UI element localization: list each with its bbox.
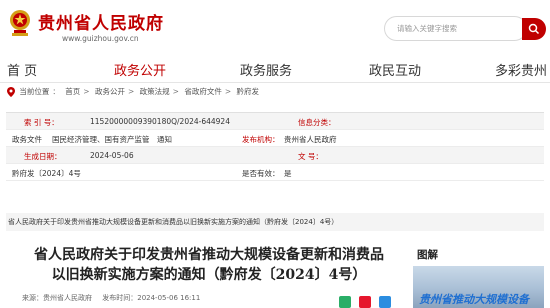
weibo-share-icon[interactable] — [359, 295, 372, 308]
breadcrumb-home[interactable]: 首页 — [65, 87, 80, 96]
category-label: 政务文件 — [12, 135, 42, 144]
source-label: 来源： — [22, 294, 43, 302]
national-emblem-icon[interactable] — [8, 8, 32, 38]
site-header: 贵州省人民政府 www.guizhou.gov.cn — [0, 0, 550, 55]
breadcrumb-gov-affairs[interactable]: 政务公开 — [95, 87, 125, 96]
nav-item-services[interactable]: 政务服务 — [240, 60, 292, 79]
search-button[interactable] — [522, 18, 546, 40]
sidebar-graphic: 图解 贵州省推动大规模设备 — [413, 239, 544, 308]
nav-item-guizhou[interactable]: 多彩贵州 — [495, 60, 547, 79]
info-row: 索 引 号： 11520000009390180Q/2024-644924 信息… — [6, 113, 544, 130]
date-label: 生成日期： — [24, 152, 62, 161]
notice-title-row: 省人民政府关于印发贵州省推动大规模设备更新和消费品以旧换新实施方案的通知（黔府发… — [6, 213, 544, 231]
publish-time-value: 2024-05-06 16:11 — [137, 294, 201, 302]
article-title: 省人民政府关于印发贵州省推动大规模设备更新和消费品 以旧换新实施方案的通知（黔府… — [14, 245, 404, 285]
search-input[interactable] — [397, 24, 502, 33]
breadcrumb-current[interactable]: 黔府发 — [237, 87, 260, 96]
issuer-label: 发布机构： — [242, 135, 280, 144]
info-row: 黔府发〔2024〕4号 是否有效： 是 — [6, 164, 544, 181]
date-value: 2024-05-06 — [90, 151, 134, 160]
docno-label: 文 号： — [298, 152, 323, 161]
valid-value: 是 — [284, 169, 292, 178]
infographic-thumbnail[interactable]: 贵州省推动大规模设备 — [413, 266, 544, 308]
valid-label: 是否有效： — [242, 169, 280, 178]
article-title-line-2: 以旧换新实施方案的通知（黔府发〔2024〕4号） — [51, 267, 367, 283]
site-url: www.guizhou.gov.cn — [62, 34, 139, 43]
article-title-line-1: 省人民政府关于印发贵州省推动大规模设备更新和消费品 — [34, 247, 384, 263]
share-icons — [339, 291, 394, 308]
article-meta: 来源：贵州省人民政府 发布时间：2024-05-06 16:11 — [22, 293, 200, 303]
source-value: 贵州省人民政府 — [43, 294, 92, 302]
index-label: 索 引 号： — [24, 118, 59, 127]
docno-value: 黔府发〔2024〕4号 — [12, 169, 81, 178]
index-value: 11520000009390180Q/2024-644924 — [90, 117, 230, 126]
publish-time-label: 发布时间： — [102, 294, 138, 302]
breadcrumb-label: 当前位置 — [19, 87, 50, 96]
category-value: 国民经济管理、国有资产监管 通知 — [52, 135, 172, 144]
breadcrumb-policy[interactable]: 政策法规 — [140, 87, 170, 96]
search-box — [384, 16, 527, 41]
source-label: 信息分类： — [298, 118, 336, 127]
info-row: 政务文件 国民经济管理、国有资产监管 通知 发布机构： 贵州省人民政府 — [6, 130, 544, 147]
infographic-caption: 贵州省推动大规模设备 — [419, 293, 529, 306]
qq-share-icon[interactable] — [379, 295, 392, 308]
location-pin-icon — [7, 87, 15, 97]
breadcrumb: 当前位置： 首页 > 政务公开 > 政策法规 > 省政府文件 > 黔府发 — [7, 86, 259, 100]
article: 省人民政府关于印发贵州省推动大规模设备更新和消费品 以旧换新实施方案的通知（黔府… — [14, 239, 404, 308]
main-nav: 首 页 政务公开 政务服务 政民互动 多彩贵州 — [0, 55, 550, 83]
site-name[interactable]: 贵州省人民政府 — [38, 9, 164, 34]
issuer-value: 贵州省人民政府 — [284, 135, 337, 144]
info-row: 生成日期： 2024-05-06 文 号： — [6, 147, 544, 164]
breadcrumb-province-docs[interactable]: 省政府文件 — [184, 87, 222, 96]
nav-item-home[interactable]: 首 页 — [7, 60, 37, 79]
search-icon — [528, 23, 540, 35]
sidebar-title: 图解 — [417, 249, 438, 261]
nav-item-interaction[interactable]: 政民互动 — [369, 60, 421, 79]
info-row-spacer — [6, 181, 544, 202]
nav-item-gov-affairs[interactable]: 政务公开 — [114, 60, 166, 79]
wechat-share-icon[interactable] — [339, 295, 351, 308]
